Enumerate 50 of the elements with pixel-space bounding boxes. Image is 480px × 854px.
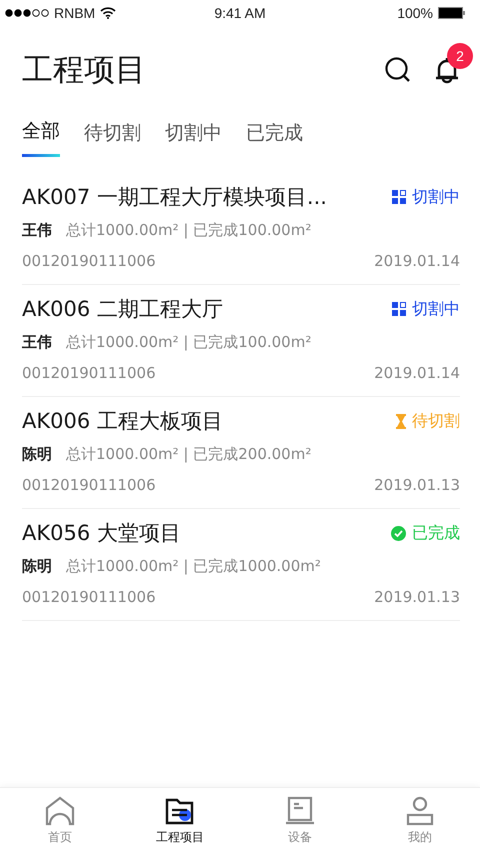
notification-badge: 2 xyxy=(447,43,473,69)
project-date: 2019.01.13 xyxy=(374,588,460,606)
project-date: 2019.01.14 xyxy=(374,252,460,270)
laptop-icon xyxy=(285,796,315,826)
project-code: 00120190111006 xyxy=(22,364,156,382)
search-button[interactable] xyxy=(384,56,412,84)
owner-name: 王伟 xyxy=(22,333,52,352)
signal-icon xyxy=(5,9,49,17)
project-code: 00120190111006 xyxy=(22,252,156,270)
notification-button[interactable]: 2 xyxy=(434,43,473,85)
carrier-name: RNBM xyxy=(54,5,96,21)
project-date: 2019.01.14 xyxy=(374,364,460,382)
area-summary: 总计1000.00m² | 已完成100.00m² xyxy=(66,333,312,352)
project-title: AK007 一期工程大厅模块项目... xyxy=(22,184,327,211)
filter-tab[interactable]: 待切割 xyxy=(84,118,141,157)
owner-name: 陈明 xyxy=(22,445,52,464)
status-label: 切割中 xyxy=(412,298,460,320)
wifi-icon xyxy=(100,7,116,19)
nav-tab[interactable]: 设备 xyxy=(255,796,345,846)
project-code: 00120190111006 xyxy=(22,588,156,606)
grid-icon xyxy=(392,190,406,204)
clock-time: 9:41 AM xyxy=(214,5,266,21)
nav-tab[interactable]: 工程项目 xyxy=(135,796,225,846)
project-date: 2019.01.13 xyxy=(374,476,460,494)
project-title: AK006 工程大板项目 xyxy=(22,408,223,435)
filter-tab[interactable]: 已完成 xyxy=(246,118,303,157)
status-label: 待切割 xyxy=(412,410,460,432)
filter-tab[interactable]: 切割中 xyxy=(165,118,222,157)
project-code: 00120190111006 xyxy=(22,476,156,494)
person-icon xyxy=(405,796,435,826)
nav-tab[interactable]: 首页 xyxy=(15,796,105,846)
owner-name: 陈明 xyxy=(22,557,52,576)
page-title: 工程项目 xyxy=(22,51,146,90)
hourglass-icon xyxy=(396,414,406,428)
folder-icon xyxy=(165,796,195,826)
home-icon xyxy=(45,796,75,826)
area-summary: 总计1000.00m² | 已完成1000.00m² xyxy=(66,557,321,576)
grid-icon xyxy=(392,302,406,316)
nav-tab[interactable]: 我的 xyxy=(375,796,465,846)
battery-percentage: 100% xyxy=(397,5,433,21)
owner-name: 王伟 xyxy=(22,221,52,240)
filter-tab[interactable]: 全部 xyxy=(22,118,60,157)
check-circle-icon xyxy=(391,526,406,540)
battery-icon xyxy=(438,7,466,19)
area-summary: 总计1000.00m² | 已完成100.00m² xyxy=(66,221,312,240)
project-title: AK006 二期工程大厅 xyxy=(22,296,223,323)
project-title: AK056 大堂项目 xyxy=(22,520,181,547)
status-label: 已完成 xyxy=(412,522,460,544)
status-label: 切割中 xyxy=(412,186,460,208)
area-summary: 总计1000.00m² | 已完成200.00m² xyxy=(66,445,312,464)
